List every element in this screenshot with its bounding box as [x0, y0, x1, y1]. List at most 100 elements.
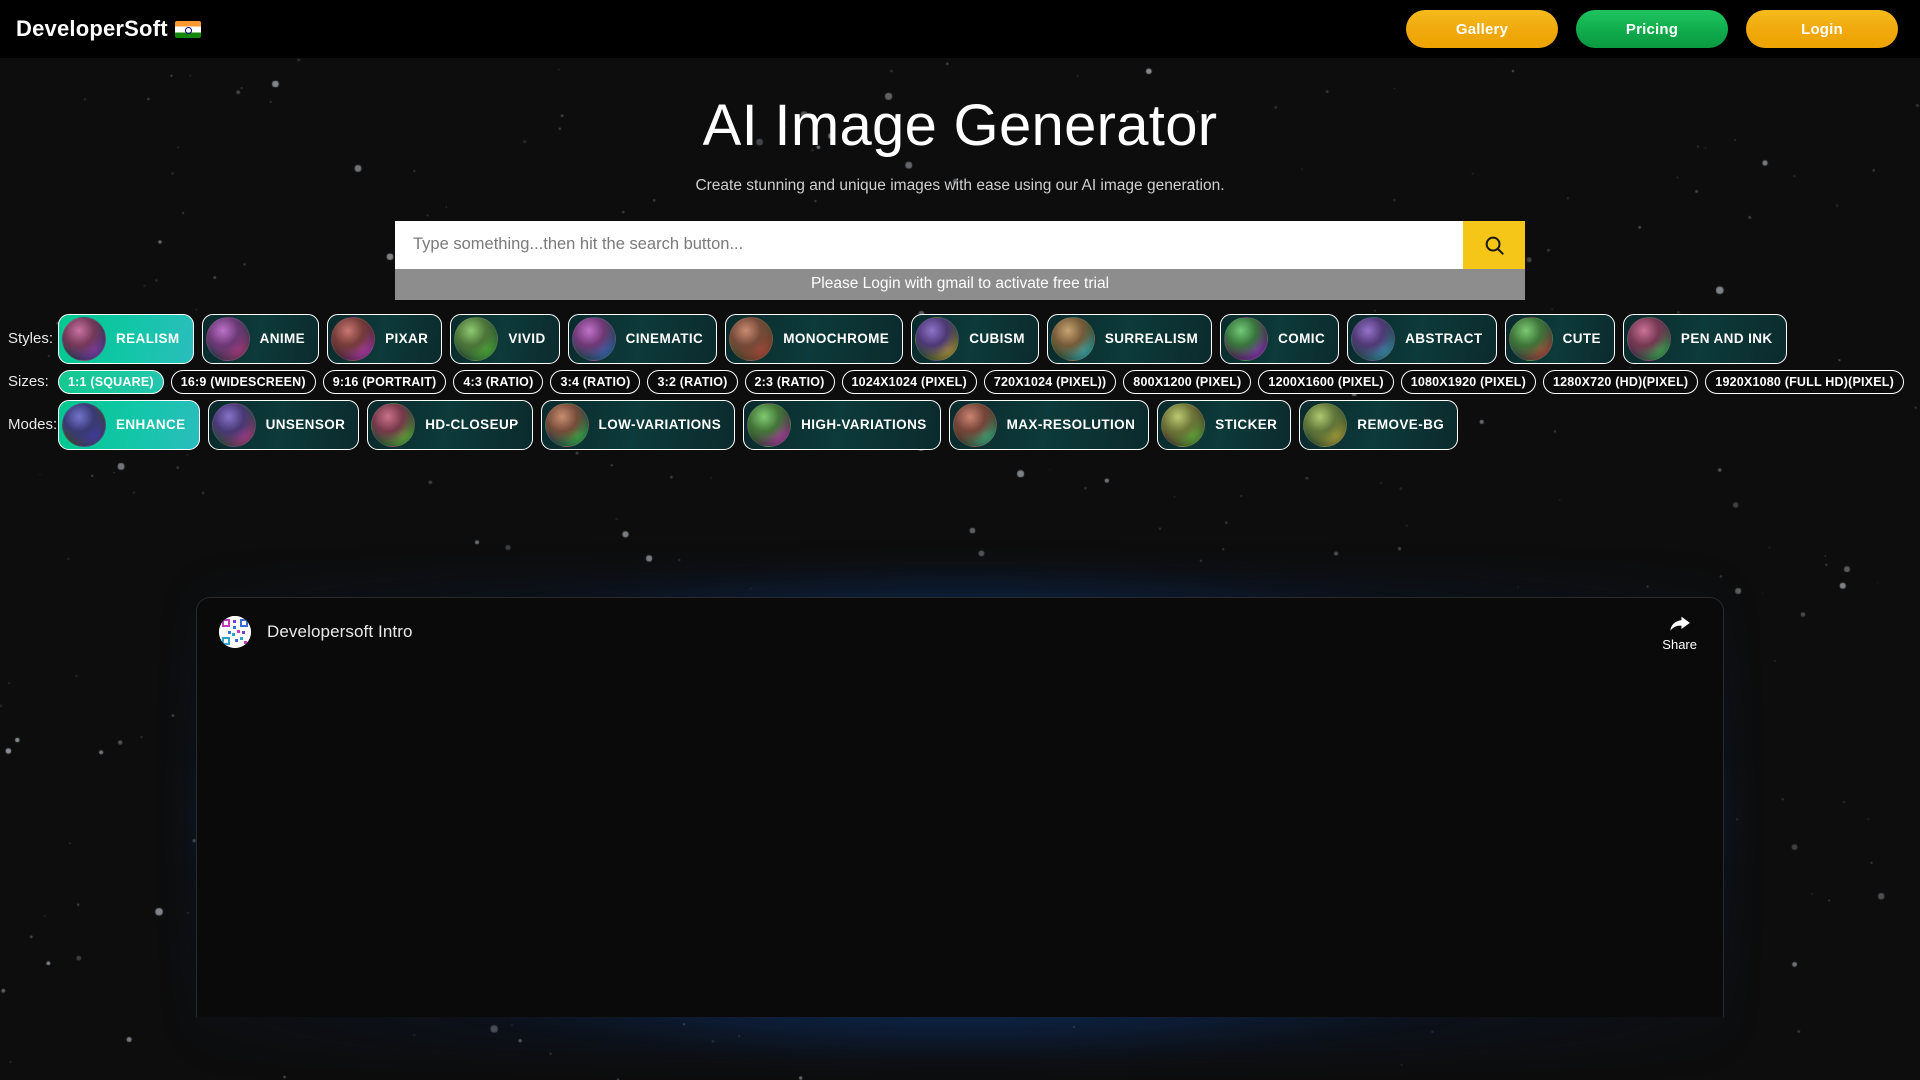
- style-chip-thumbnail-icon: [1626, 316, 1671, 361]
- video-title-group: Developersoft Intro: [219, 615, 413, 648]
- style-chip-label: REALISM: [116, 331, 180, 347]
- size-chip-1024x1024-pixel-[interactable]: 1024X1024 (PIXEL): [841, 369, 977, 394]
- brand-name: DeveloperSoft: [16, 16, 168, 41]
- mode-chip-high-variations[interactable]: HIGH-VARIATIONS: [743, 399, 941, 450]
- share-label: Share: [1662, 636, 1697, 652]
- size-chip-1280x720-hd-pixel-[interactable]: 1280X720 (HD)(PIXEL): [1542, 369, 1699, 394]
- mode-chip-thumbnail-icon: [211, 402, 256, 447]
- style-chip-vivid[interactable]: VIVID: [450, 313, 560, 364]
- search-input[interactable]: [395, 220, 1463, 269]
- size-chip-1-1-square-[interactable]: 1:1 (SQUARE): [58, 369, 164, 394]
- styles-row: Styles: REALISM ANIME PIXAR VIVID CINEMATIC M…: [0, 313, 1920, 364]
- style-chip-cute[interactable]: CUTE: [1504, 313, 1615, 364]
- style-chip-label: COMIC: [1278, 331, 1326, 347]
- search-section: Please Login with gmail to activate free…: [395, 220, 1525, 300]
- style-chip-label: PEN AND INK: [1680, 331, 1773, 347]
- modes-items: ENHANCE UNSENSOR HD-CLOSEUP LOW-VARIATIONS H…: [58, 399, 1459, 450]
- style-chip-thumbnail-icon: [1351, 316, 1396, 361]
- style-chip-cubism[interactable]: CUBISM: [911, 313, 1039, 364]
- nav-actions: Gallery Pricing Login: [1406, 10, 1898, 48]
- mode-chip-thumbnail-icon: [747, 402, 792, 447]
- mode-chip-label: MAX-RESOLUTION: [1006, 417, 1136, 433]
- style-chip-pen-and-ink[interactable]: PEN AND INK: [1622, 313, 1787, 364]
- page-title: AI Image Generator: [702, 93, 1218, 158]
- size-chip-16-9-widescreen-[interactable]: 16:9 (WIDESCREEN): [170, 369, 316, 394]
- size-chip-2-3-ratio-[interactable]: 2:3 (RATIO): [744, 369, 835, 394]
- mode-chip-remove-bg[interactable]: REMOVE-BG: [1299, 399, 1459, 450]
- login-button[interactable]: Login: [1746, 10, 1898, 48]
- page-subtitle: Create stunning and unique images with e…: [695, 176, 1225, 194]
- style-chip-thumbnail-icon: [454, 316, 499, 361]
- mode-chip-unsensor[interactable]: UNSENSOR: [207, 399, 360, 450]
- qr-code-glyph: [219, 615, 251, 648]
- mode-chip-label: HD-CLOSEUP: [425, 417, 519, 433]
- mode-chip-label: ENHANCE: [116, 417, 186, 433]
- style-chip-surrealism[interactable]: SURREALISM: [1046, 313, 1213, 364]
- size-chip-1200x1600-pixel-[interactable]: 1200X1600 (PIXEL): [1258, 369, 1394, 394]
- mode-chip-thumbnail-icon: [544, 402, 589, 447]
- mode-chip-hd-closeup[interactable]: HD-CLOSEUP: [367, 399, 533, 450]
- mode-chip-enhance[interactable]: ENHANCE: [58, 399, 200, 450]
- mode-chip-thumbnail-icon: [62, 402, 106, 447]
- size-chip-3-4-ratio-[interactable]: 3:4 (RATIO): [550, 369, 641, 394]
- gallery-button[interactable]: Gallery: [1406, 10, 1558, 48]
- style-chip-realism[interactable]: REALISM: [58, 313, 194, 364]
- mode-chip-sticker[interactable]: STICKER: [1157, 399, 1292, 450]
- mode-chip-label: UNSENSOR: [265, 417, 346, 433]
- style-chip-label: SURREALISM: [1104, 331, 1199, 347]
- qr-code-avatar-icon[interactable]: [219, 615, 251, 648]
- style-chip-thumbnail-icon: [62, 316, 106, 361]
- style-chip-thumbnail-icon: [729, 316, 774, 361]
- top-navbar: DeveloperSoft Gallery Pricing Login: [0, 0, 1920, 58]
- style-chip-thumbnail-icon: [915, 316, 960, 361]
- style-chip-anime[interactable]: ANIME: [201, 313, 320, 364]
- mode-chip-label: HIGH-VARIATIONS: [801, 417, 927, 433]
- style-chip-abstract[interactable]: ABSTRACT: [1347, 313, 1497, 364]
- share-arrow-icon: [1669, 616, 1690, 631]
- style-chip-comic[interactable]: COMIC: [1220, 313, 1340, 364]
- style-chip-label: CUBISM: [969, 331, 1025, 347]
- style-chip-cinematic[interactable]: CINEMATIC: [567, 313, 718, 364]
- mode-chip-low-variations[interactable]: LOW-VARIATIONS: [540, 399, 736, 450]
- style-chip-label: PIXAR: [385, 331, 429, 347]
- video-player[interactable]: Developersoft Intro Share: [196, 596, 1724, 1017]
- pricing-button[interactable]: Pricing: [1576, 10, 1728, 48]
- size-chip-800x1200-pixel-[interactable]: 800X1200 (PIXEL): [1123, 369, 1252, 394]
- size-chip-1080x1920-pixel-[interactable]: 1080X1920 (PIXEL): [1400, 369, 1536, 394]
- mode-chip-max-resolution[interactable]: MAX-RESOLUTION: [948, 399, 1150, 450]
- style-chip-monochrome[interactable]: MONOCHROME: [725, 313, 904, 364]
- size-chip-3-2-ratio-[interactable]: 3:2 (RATIO): [647, 369, 738, 394]
- brand-logo[interactable]: DeveloperSoft: [16, 16, 201, 42]
- search-icon: [1485, 236, 1504, 255]
- style-chip-thumbnail-icon: [205, 316, 250, 361]
- mode-chip-thumbnail-icon: [1161, 402, 1206, 447]
- size-chip-4-3-ratio-[interactable]: 4:3 (RATIO): [453, 369, 544, 394]
- video-section: Developersoft Intro Share: [186, 570, 1734, 1057]
- style-chip-label: CINEMATIC: [625, 331, 704, 347]
- size-chip-1920x1080-full-hd-pixel-[interactable]: 1920X1080 (FULL HD)(PIXEL): [1705, 369, 1904, 394]
- sizes-label: Sizes:: [8, 373, 49, 391]
- video-title[interactable]: Developersoft Intro: [267, 622, 413, 642]
- options-section: Styles: REALISM ANIME PIXAR VIVID CINEMATIC M…: [0, 313, 1920, 450]
- style-chip-thumbnail-icon: [1508, 316, 1553, 361]
- sizes-row: Sizes: 1:1 (SQUARE) 16:9 (WIDESCREEN) 9:16…: [0, 369, 1920, 394]
- search-row: [395, 220, 1525, 269]
- share-button[interactable]: Share: [1658, 616, 1701, 652]
- hero-section: AI Image Generator Create stunning and u…: [0, 58, 1920, 195]
- style-chip-label: ANIME: [259, 331, 306, 347]
- modes-label: Modes:: [8, 416, 58, 434]
- mode-chip-thumbnail-icon: [952, 402, 997, 447]
- size-chip-9-16-portrait-[interactable]: 9:16 (PORTRAIT): [322, 369, 447, 394]
- style-chip-label: ABSTRACT: [1405, 331, 1483, 347]
- size-chip-720x1024-pixel-[interactable]: 720X1024 (PIXEL)): [983, 369, 1117, 394]
- login-notice: Please Login with gmail to activate free…: [395, 268, 1525, 300]
- sizes-items: 1:1 (SQUARE) 16:9 (WIDESCREEN) 9:16 (PORTR…: [58, 369, 1904, 394]
- mode-chip-label: LOW-VARIATIONS: [598, 417, 722, 433]
- mode-chip-label: REMOVE-BG: [1357, 417, 1445, 433]
- style-chip-label: VIVID: [508, 331, 546, 347]
- style-chip-pixar[interactable]: PIXAR: [327, 313, 443, 364]
- mode-chip-thumbnail-icon: [1303, 402, 1348, 447]
- search-button[interactable]: [1463, 220, 1525, 269]
- mode-chip-thumbnail-icon: [371, 402, 416, 447]
- style-chip-thumbnail-icon: [331, 316, 376, 361]
